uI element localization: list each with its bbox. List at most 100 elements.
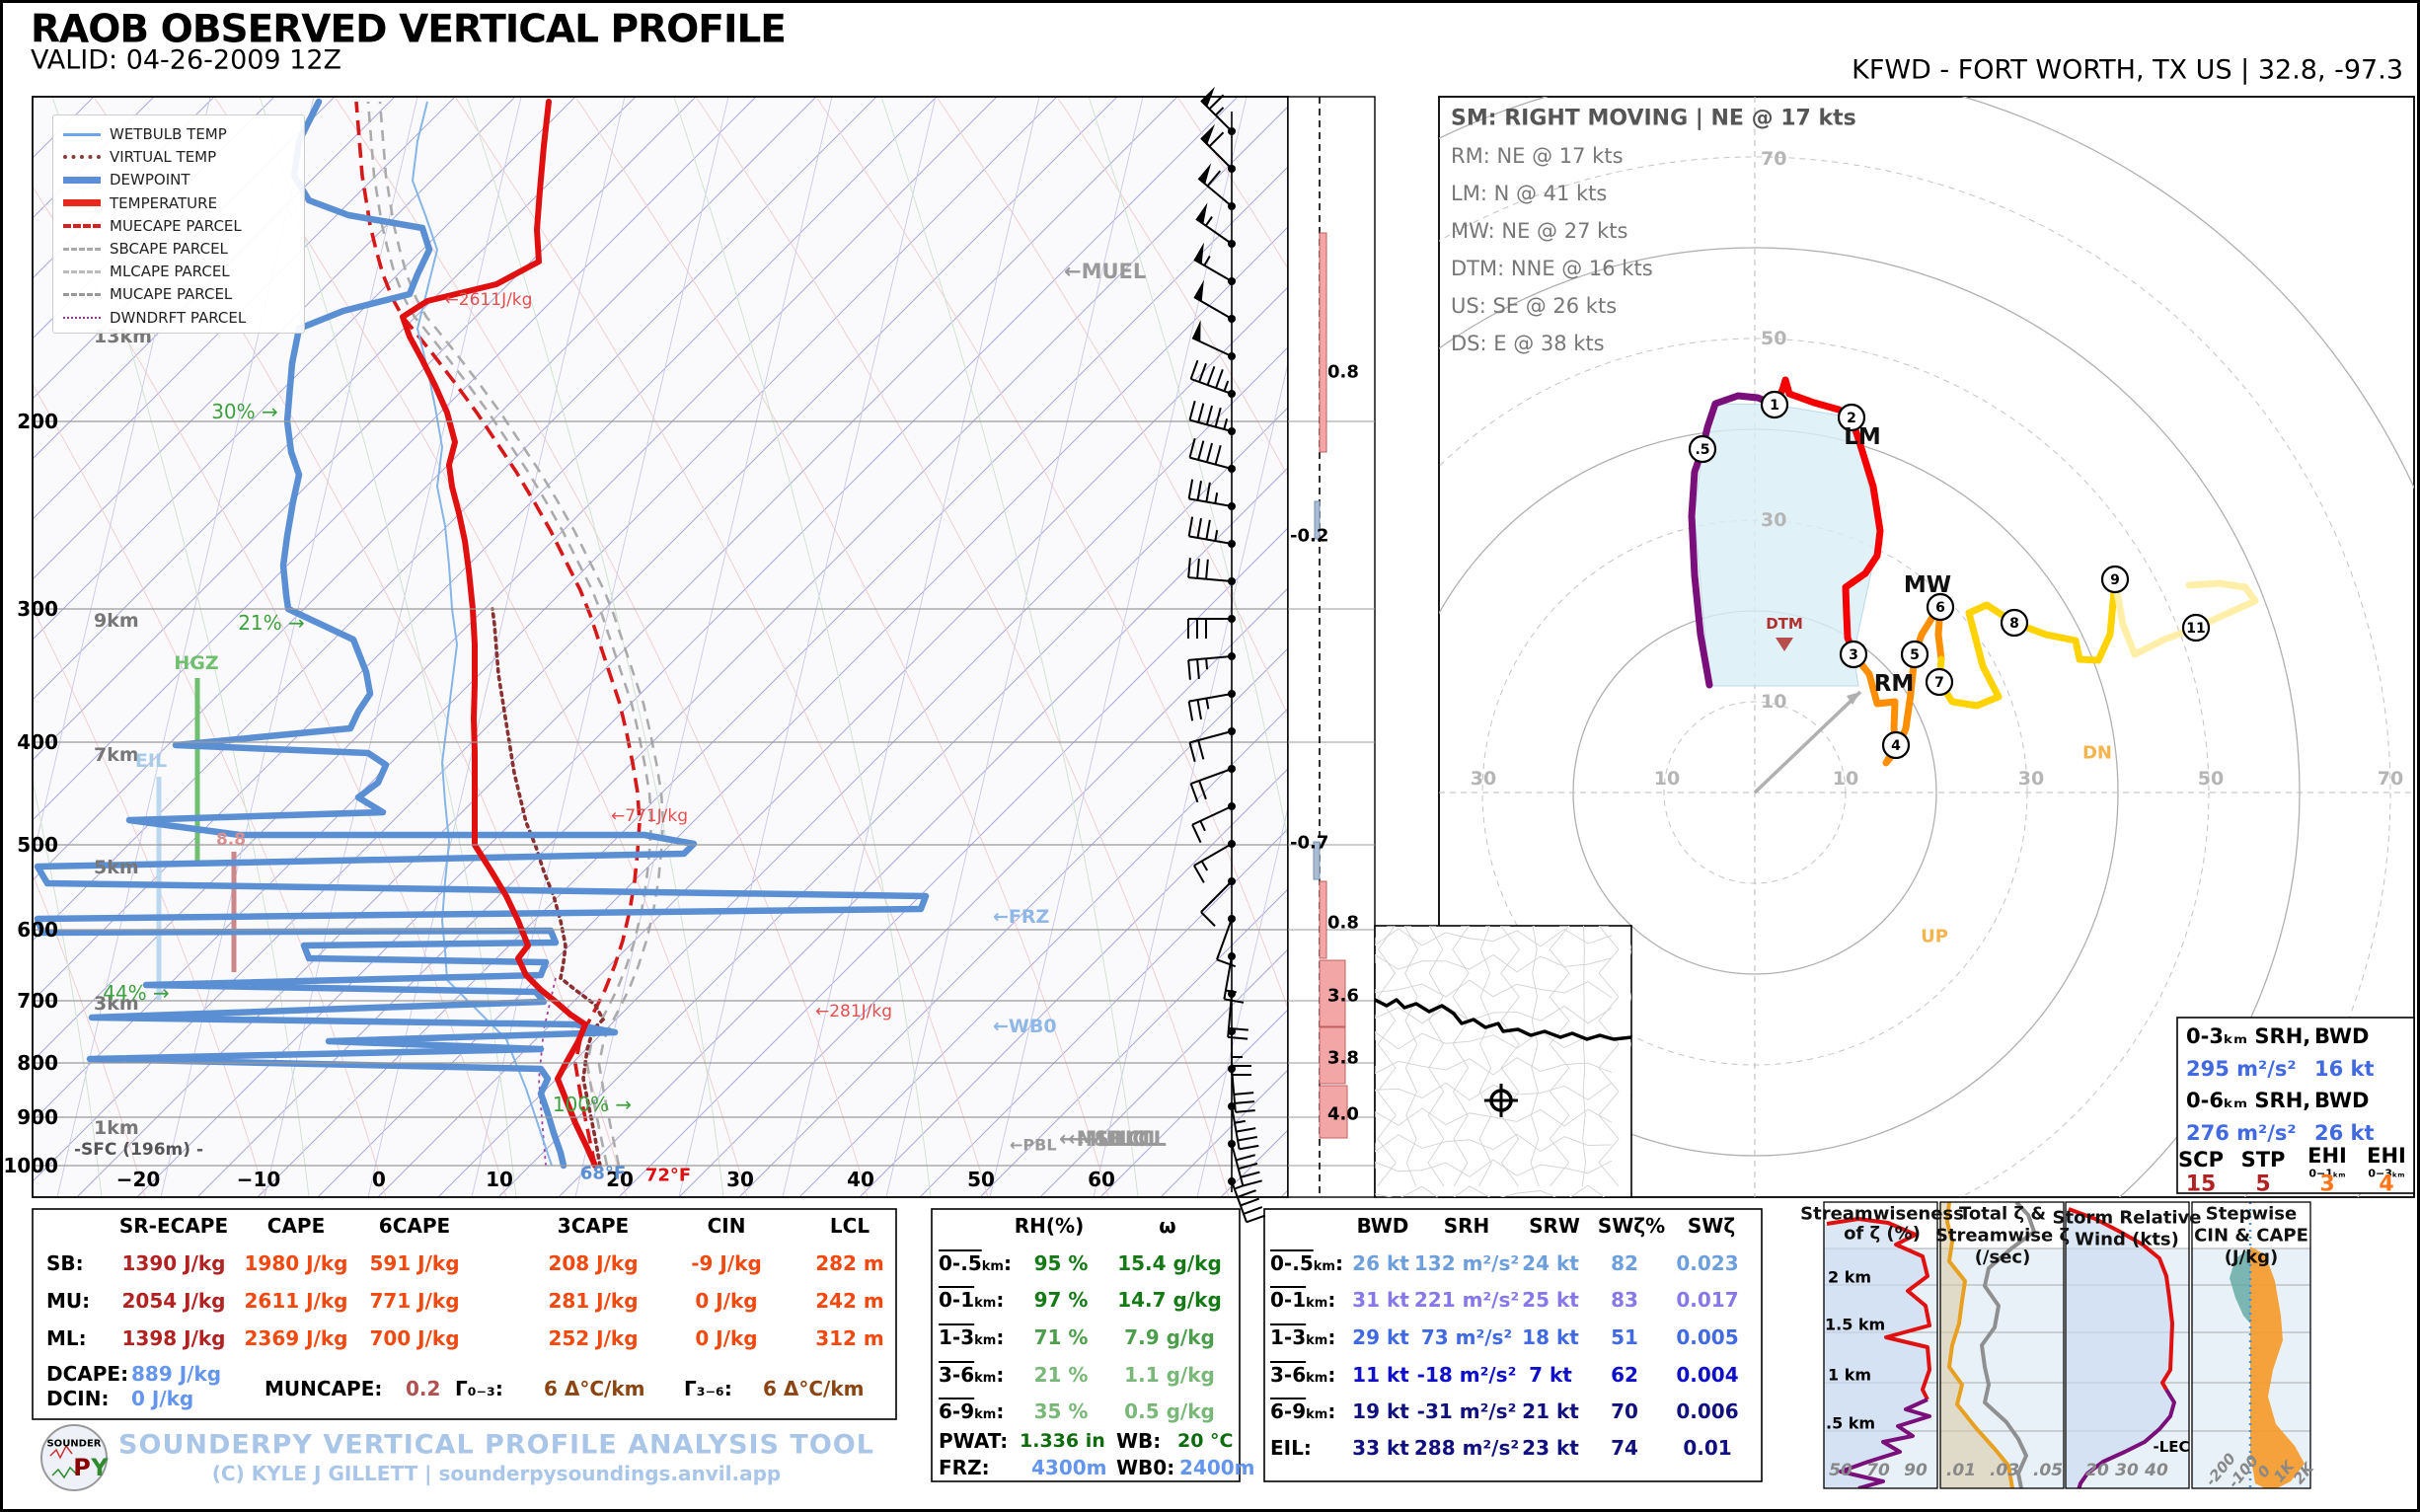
lec-label: -LEC	[2153, 1438, 2189, 1456]
eil-label: EIL	[135, 750, 167, 772]
label: 1980 J/kg	[245, 1251, 348, 1275]
label: 97 %	[1034, 1288, 1089, 1312]
rh-label-21: 21% →	[238, 611, 305, 635]
el-cape-label: ←2611J/kg	[445, 290, 533, 310]
label: 281 J/kg	[548, 1289, 638, 1313]
label: SWζ%	[1598, 1214, 1665, 1238]
omega-0.8b: 0.8	[1327, 913, 1359, 934]
temp-tick: 60	[1088, 1168, 1115, 1191]
label: 19 kt	[1352, 1399, 1409, 1423]
label: 4300m	[1031, 1456, 1107, 1479]
svg-text:7: 7	[1934, 675, 1944, 691]
label: 73 m²/s²	[1421, 1325, 1512, 1349]
label: 1398 J/kg	[122, 1326, 226, 1350]
rh-label-30: 30% →	[211, 400, 278, 423]
label: 50	[1829, 1461, 1853, 1480]
ring-70r: 70	[2378, 768, 2403, 790]
height-5km: 5km	[94, 857, 139, 878]
label: 0.5 g/kg	[1124, 1399, 1215, 1423]
row-label-1-3km: 1-3km:	[939, 1325, 1004, 1349]
scp-value: 15	[2186, 1172, 2217, 1197]
label: 23 kt	[1522, 1436, 1579, 1460]
label: 11 kt	[1352, 1363, 1409, 1387]
wb0-label: ←WB0	[993, 1016, 1057, 1037]
label: SRW	[1529, 1214, 1580, 1238]
legend-item: DEWPOINT	[63, 169, 190, 190]
logo-text: SOUNDER	[46, 1439, 101, 1450]
muel-label: ←MUEL	[1064, 260, 1146, 283]
scp-label: SCP	[2178, 1148, 2224, 1172]
label: WB0:	[1116, 1456, 1174, 1479]
label: WB:	[1116, 1429, 1161, 1453]
ring-50r: 50	[2198, 768, 2224, 790]
col-cin: CIN	[708, 1214, 746, 1238]
label: 6 Δ°C/km	[763, 1377, 864, 1400]
row-label-3-6km: 3-6km:	[939, 1363, 1004, 1387]
label: 288 m²/s²	[1414, 1436, 1519, 1460]
svg-text:8: 8	[2009, 616, 2019, 632]
label: 70	[1866, 1461, 1890, 1480]
label: (/sec)	[1975, 1247, 2031, 1268]
col-rh: RH(%)	[1015, 1214, 1084, 1238]
omega--0.7: -0.7	[1290, 833, 1328, 854]
row-dcape: DCAPE:	[46, 1362, 128, 1386]
col-sr-ecape: SR-ECAPE	[119, 1214, 228, 1238]
col-3cape: 3CAPE	[558, 1214, 629, 1238]
motion-line-0: SM: RIGHT MOVING | NE @ 17 kts	[1451, 107, 1856, 131]
label: Wind (kts)	[2075, 1230, 2179, 1250]
sfc-dewpoint-f: 68°F	[580, 1164, 626, 1184]
cape6-label: ←771J/kg	[611, 806, 688, 826]
label: .5 km	[1826, 1414, 1875, 1433]
height-9km: 9km	[94, 610, 139, 632]
legend-item: DWNDRFT PARCEL	[63, 307, 246, 329]
label: 40	[2145, 1461, 2168, 1480]
label: 0 J/kg	[131, 1387, 193, 1410]
label: 221 m²/s²	[1414, 1288, 1519, 1312]
legend-swatch-6	[63, 270, 101, 273]
label: 70	[1611, 1399, 1638, 1423]
label: 83	[1611, 1288, 1638, 1312]
label: 1.5 km	[1825, 1316, 1885, 1334]
temp-tick: 50	[967, 1168, 995, 1191]
label: PWAT:	[939, 1429, 1008, 1453]
label: 0.017	[1676, 1288, 1738, 1312]
mw-label: MW	[1904, 572, 1951, 598]
ring-50: 50	[1761, 328, 1786, 349]
col-cape: CAPE	[267, 1214, 325, 1238]
label: 1.336 in	[1020, 1430, 1105, 1452]
row-ml: ML:	[46, 1326, 87, 1350]
pressure-700: 700	[17, 989, 58, 1013]
label: BWD	[1357, 1214, 1409, 1238]
stp-value: 5	[2255, 1172, 2270, 1197]
motion-line-4: DTM: NNE @ 16 kts	[1451, 257, 1653, 280]
label: 20	[2085, 1461, 2109, 1480]
row-mu: MU:	[46, 1289, 90, 1313]
label: SWζ	[1688, 1214, 1735, 1238]
temp-tick: 40	[847, 1168, 874, 1191]
label: 0.005	[1676, 1325, 1738, 1349]
label: 51	[1611, 1325, 1638, 1349]
label: Γ₀₋₃:	[455, 1377, 503, 1400]
label: P	[73, 1454, 91, 1481]
label: 90	[1904, 1461, 1928, 1480]
label: .03	[1990, 1461, 2019, 1480]
legend-swatch-3	[63, 199, 101, 206]
pressure-400: 400	[17, 730, 58, 754]
label: -31 m²/s²	[1417, 1399, 1517, 1423]
label: CIN & CAPE	[2194, 1226, 2308, 1247]
label: 2611 J/kg	[245, 1289, 348, 1313]
label: .05	[2033, 1461, 2063, 1480]
rh-label-44: 44% →	[103, 981, 170, 1005]
station-info: KFWD - FORT WORTH, TX US | 32.8, -97.3	[1852, 55, 2403, 86]
label: 82	[1611, 1251, 1638, 1275]
label: 2 km	[1828, 1268, 1871, 1287]
ring-70: 70	[1761, 148, 1786, 170]
row-label-3-6km: 3-6km:	[1270, 1363, 1335, 1387]
omega-0.8: 0.8	[1327, 362, 1359, 383]
svg-text:11: 11	[2186, 621, 2205, 637]
label: 33 kt	[1352, 1436, 1409, 1460]
svg-text:9: 9	[2110, 572, 2120, 588]
label: 62	[1611, 1363, 1638, 1387]
lapse-8-8: 8.8	[216, 830, 246, 850]
height-7km: 7km	[94, 744, 139, 766]
